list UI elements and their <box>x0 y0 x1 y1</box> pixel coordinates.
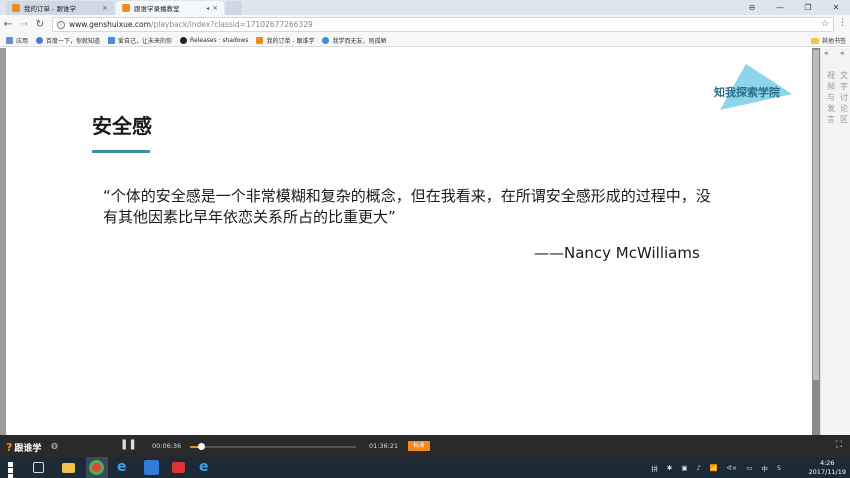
github-icon <box>180 36 188 44</box>
quote-attribution: ——Nancy McWilliams <box>534 244 700 262</box>
bookmark-star-icon[interactable]: ☆ <box>821 19 829 29</box>
title-underline <box>92 150 150 153</box>
slide-title: 安全感 <box>92 114 152 138</box>
new-tab-button[interactable] <box>226 1 242 15</box>
tray-app-icon[interactable]: ▣ <box>681 464 687 472</box>
site-info-icon[interactable]: i <box>57 20 65 29</box>
toolbar: ← → ↻ i www.genshuixue.com /playback/ind… <box>0 15 850 34</box>
bluetooth-icon[interactable]: ✱ <box>667 464 672 472</box>
windows-start-icon[interactable] <box>8 462 19 478</box>
side-panel: ◂ ◂ 视频与发言 文字讨论区 <box>820 48 850 435</box>
bookmark-baidu[interactable]: 百度一下，你就知道 <box>36 36 100 45</box>
page-icon <box>108 36 116 44</box>
quote-text: “个体的安全感是一个非常模糊和复杂的概念，但在我看来，在所谓安全感形成的过程中，… <box>103 187 711 226</box>
tab-playback-classroom[interactable]: 跟谁学录播教室 ◂ × <box>116 1 224 15</box>
browser-menu-icon[interactable]: ⋮ <box>838 18 847 28</box>
bookmark-apps[interactable]: 应用 <box>6 36 28 45</box>
bookmark-label: 百度一下，你就知道 <box>46 37 101 45</box>
bookmark-study[interactable]: 我学而无友，则孤陋 <box>322 36 386 45</box>
bookmark-label: 爱自己，让未来的你 <box>118 37 173 45</box>
close-window-button[interactable]: ✕ <box>822 3 850 12</box>
maximize-button[interactable]: ❐ <box>794 3 822 12</box>
quality-button[interactable]: 标清 <box>408 441 430 451</box>
taskbar: e e 拼 ✱ ▣ ♪ 📶 ᐊ× ▭ 中 S 4:26 2017/11/19 <box>0 457 850 478</box>
sogou-icon[interactable]: S <box>777 464 781 472</box>
tray-app-icon[interactable]: ♪ <box>697 464 701 472</box>
genshuixue-favicon-icon <box>122 4 130 12</box>
system-clock[interactable]: 4:26 2017/11/19 <box>809 459 846 477</box>
back-icon[interactable]: ← <box>0 19 16 30</box>
window-controls: ⊖ — ❐ ✕ <box>738 0 850 15</box>
address-bar[interactable]: i www.genshuixue.com /playback/index?cla… <box>52 17 834 32</box>
bookmark-love-yourself[interactable]: 爱自己，让未来的你 <box>108 36 172 45</box>
chrome-icon[interactable] <box>89 460 104 475</box>
wifi-icon[interactable]: 📶 <box>710 464 718 472</box>
brand-label: 跟谁学 <box>14 444 42 454</box>
clock-date: 2017/11/19 <box>808 468 846 476</box>
close-tab-icon[interactable]: × <box>102 4 108 12</box>
clock-time: 4:26 <box>819 459 835 467</box>
language-indicator[interactable]: 中 <box>761 463 768 473</box>
bookmark-label: 我的订单 - 跟谁学 <box>266 37 315 45</box>
video-and-speech-tab[interactable]: 视频与发言 <box>826 70 836 125</box>
progress-track[interactable] <box>190 446 356 448</box>
player-controls: ? 跟谁学 ◍ ❚❚ 00:06:36 01:36:21 标清 ⛶ <box>0 435 850 457</box>
apps-grid-icon <box>6 36 13 44</box>
store-app-icon[interactable] <box>144 460 159 475</box>
forward-icon[interactable]: → <box>16 19 32 30</box>
slide: 知我探索学院 安全感 “个体的安全感是一个非常模糊和复杂的概念，但在我看来，在所… <box>6 48 812 435</box>
close-tab-icon[interactable]: × <box>212 4 218 12</box>
scrollbar-thumb[interactable] <box>813 50 819 380</box>
media-app-icon[interactable] <box>172 462 185 473</box>
fullscreen-icon[interactable]: ⛶ <box>836 440 842 450</box>
bookmark-label: 应用 <box>16 37 29 45</box>
brand-logo-icon: ? <box>6 441 13 454</box>
logo-text: 知我探索学院 <box>714 86 780 99</box>
bookmarks-bar: 应用 百度一下，你就知道 爱自己，让未来的你 Releases · shadow… <box>0 34 850 47</box>
tab-bar: 我的订单 - 跟谁学 × 跟谁学录播教室 ◂ × ⊖ — ❐ ✕ <box>0 0 850 15</box>
page-content: 知我探索学院 安全感 “个体的安全感是一个非常模糊和复杂的概念，但在我看来，在所… <box>0 48 850 435</box>
tab-label: 我的订单 - 跟谁学 <box>24 5 76 13</box>
volume-muted-icon[interactable]: ᐊ× <box>727 464 737 472</box>
input-method-icon[interactable]: 拼 <box>651 463 658 473</box>
url-host: www.genshuixue.com <box>69 20 151 29</box>
task-view-icon[interactable] <box>33 462 44 473</box>
reload-icon[interactable]: ↻ <box>32 19 48 30</box>
audio-playing-icon[interactable]: ◂ <box>206 5 209 12</box>
bookmark-releases[interactable]: Releases · shadows <box>180 36 249 44</box>
collapse-arrow-icon[interactable]: ◂ <box>840 49 844 57</box>
keyboard-icon[interactable]: ▭ <box>746 464 752 472</box>
player-brand: ? 跟谁学 <box>6 441 41 454</box>
file-explorer-icon[interactable] <box>62 463 75 473</box>
total-time: 01:36:21 <box>369 442 399 450</box>
screen: 我的订单 - 跟谁学 × 跟谁学录播教室 ◂ × ⊖ — ❐ ✕ ← → ↻ i… <box>0 0 850 478</box>
genshuixue-favicon-icon <box>256 36 264 44</box>
progress-handle[interactable] <box>198 443 206 450</box>
other-bookmarks-label: 其他书签 <box>821 38 846 45</box>
volume-icon[interactable]: ◍ <box>51 441 58 450</box>
ie-icon[interactable]: e <box>117 460 132 475</box>
current-time: 00:06:36 <box>152 442 182 450</box>
profile-icon[interactable]: ⊖ <box>738 3 766 12</box>
text-discussion-tab[interactable]: 文字讨论区 <box>839 70 849 125</box>
tab-my-orders[interactable]: 我的订单 - 跟谁学 × <box>6 1 114 15</box>
genshuixue-favicon-icon <box>12 4 20 12</box>
minimize-button[interactable]: — <box>766 3 794 12</box>
bookmark-label: Releases · shadows <box>190 36 249 44</box>
system-tray: 拼 ✱ ▣ ♪ 📶 ᐊ× ▭ 中 S <box>651 457 790 478</box>
collapse-arrow-icon[interactable]: ◂ <box>824 49 828 57</box>
url-path: /playback/index?classid=17102677266329 <box>150 20 313 29</box>
bookmark-label: 我学而无友，则孤陋 <box>332 37 387 45</box>
edge-icon[interactable]: e <box>199 460 214 475</box>
baidu-paw-icon <box>322 36 330 44</box>
pause-icon[interactable]: ❚❚ <box>120 439 137 450</box>
tab-label: 跟谁学录播教室 <box>134 5 180 13</box>
other-bookmarks[interactable]: 其他书签 <box>810 36 846 45</box>
bookmark-my-orders[interactable]: 我的订单 - 跟谁学 <box>256 36 314 45</box>
baidu-paw-icon <box>36 36 44 44</box>
folder-icon <box>810 37 819 44</box>
